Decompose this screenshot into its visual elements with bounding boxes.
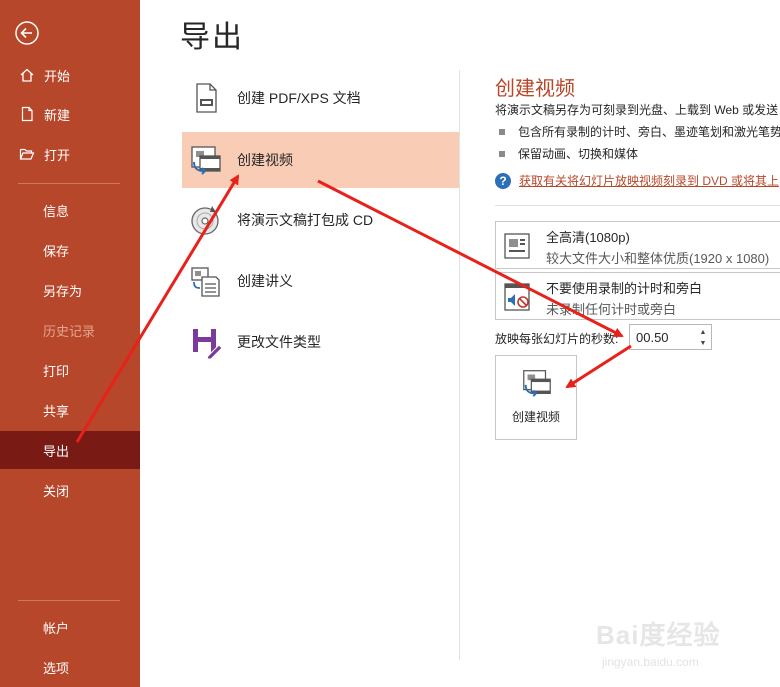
sidebar-item-label: 共享 [43,403,70,419]
bullet-text: 包含所有录制的计时、旁白、墨迹笔划和激光笔势 [518,125,780,139]
sidebar-item-label: 关闭 [43,483,70,499]
backstage-sidebar: 开始 新建 打开 信息 保存 另存为 历史记录 打印 共享 导出 关闭 帐户 选… [0,0,140,687]
export-option-label: 创建 PDF/XPS 文档 [237,90,361,106]
cd-icon [191,206,219,235]
bullet-text: 保留动画、切换和媒体 [518,147,639,161]
export-option-package-cd[interactable]: 将演示文稿打包成 CD [182,192,459,248]
pdf-document-icon [196,83,217,113]
sidebar-item-label: 导出 [43,443,70,459]
create-video-button-label: 创建视频 [511,410,560,424]
recorded-timings-dropdown[interactable]: 不要使用录制的计时和旁白 未录制任何计时或旁白 [495,272,780,320]
timing-title: 不要使用录制的计时和旁白 [546,281,703,296]
panel-divider [459,70,460,660]
sidebar-item-export[interactable]: 导出 [0,431,140,469]
video-icon [191,146,221,175]
sidebar-item-label: 帐户 [43,620,70,636]
panel-description: 将演示文稿另存为可刻录到光盘、上载到 Web 或发送 [495,103,779,117]
panel-separator [495,205,780,206]
sidebar-item-info[interactable]: 信息 [0,191,140,229]
export-option-label: 创建视频 [237,152,293,168]
sidebar-divider [18,183,120,184]
sidebar-item-account[interactable]: 帐户 [0,608,140,646]
sidebar-item-save[interactable]: 保存 [0,231,140,269]
sidebar-item-label: 开始 [44,68,71,84]
home-icon [20,68,34,82]
video-quality-dropdown[interactable]: 全高清(1080p) 较大文件大小和整体优质(1920 x 1080) [495,221,780,269]
timing-subtitle: 未录制任何计时或旁白 [546,302,677,317]
video-icon [523,370,551,397]
bullet-item: 包含所有录制的计时、旁白、墨迹笔划和激光笔势 [499,123,780,140]
back-button[interactable] [14,20,40,46]
help-question-icon: ? [495,172,511,189]
export-option-pdf[interactable]: 创建 PDF/XPS 文档 [182,70,459,126]
export-option-label: 创建讲义 [237,273,293,289]
export-option-label: 将演示文稿打包成 CD [237,212,374,228]
sidebar-item-options[interactable]: 选项 [0,648,140,686]
sidebar-item-label: 另存为 [43,283,83,299]
sidebar-item-share[interactable]: 共享 [0,391,140,429]
sidebar-item-home[interactable]: 开始 [0,56,140,94]
sidebar-item-close[interactable]: 关闭 [0,471,140,509]
sidebar-item-label: 历史记录 [43,323,96,339]
sidebar-item-open[interactable]: 打开 [0,135,140,173]
sidebar-item-new[interactable]: 新建 [0,95,140,133]
spin-down-icon[interactable]: ▼ [698,338,708,348]
help-link[interactable]: 获取有关将幻灯片放映视频刻录到 DVD 或将其上 [519,172,779,189]
file-type-icon [193,329,223,360]
spin-up-icon[interactable]: ▲ [698,327,708,337]
sidebar-item-label: 信息 [43,203,70,219]
seconds-per-slide-input[interactable] [636,328,696,346]
help-row: ? 获取有关将幻灯片放映视频刻录到 DVD 或将其上 [495,172,779,189]
bullet-square-icon [499,128,505,135]
sidebar-item-label: 选项 [43,660,70,676]
no-narration-icon [504,283,530,311]
quality-subtitle: 较大文件大小和整体优质(1920 x 1080) [546,251,770,266]
export-option-change-file-type[interactable]: 更改文件类型 [182,314,459,370]
presentation-quality-icon [504,233,530,259]
sidebar-item-label: 打开 [44,147,71,163]
panel-title: 创建视频 [495,78,575,100]
page-title: 导出 [180,21,244,54]
sidebar-divider [18,600,120,601]
folder-open-icon [19,148,35,160]
sidebar-item-history[interactable]: 历史记录 [0,311,140,349]
watermark-logo: Bai度经验 [596,620,721,650]
export-option-handouts[interactable]: 创建讲义 [182,253,459,309]
export-option-video[interactable]: 创建视频 [182,132,459,188]
bullet-square-icon [499,150,505,157]
seconds-per-slide-label: 放映每张幻灯片的秒数: [495,332,619,346]
watermark: Bai度经验 jingyan.baidu.com [596,615,746,675]
sidebar-item-label: 保存 [43,243,70,259]
export-option-label: 更改文件类型 [237,334,321,350]
seconds-per-slide-spinner: ▲ ▼ [629,324,712,350]
sidebar-item-print[interactable]: 打印 [0,351,140,389]
sidebar-item-save-as[interactable]: 另存为 [0,271,140,309]
create-video-button[interactable]: 创建视频 [495,355,577,440]
bullet-item: 保留动画、切换和媒体 [499,145,638,162]
new-document-icon [21,106,33,122]
arrow-left-circle-icon [15,21,39,45]
quality-title: 全高清(1080p) [546,230,630,245]
watermark-text: jingyan.baidu.com [602,655,699,669]
sidebar-item-label: 打印 [43,363,70,379]
handout-icon [191,267,220,297]
sidebar-item-label: 新建 [44,107,71,123]
